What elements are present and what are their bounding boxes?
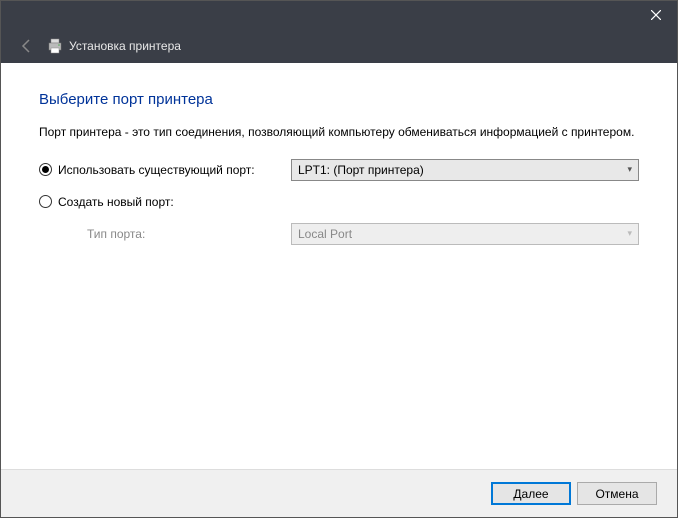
use-existing-port-row: Использовать существующий порт: LPT1: (П… — [39, 159, 639, 181]
use-existing-port-radio[interactable] — [39, 163, 52, 176]
create-new-port-radio[interactable] — [39, 195, 52, 208]
titlebar-content: Установка принтера — [1, 29, 677, 63]
chevron-down-icon: ▾ — [627, 228, 632, 239]
use-existing-port-radio-group[interactable]: Использовать существующий порт: — [39, 163, 291, 177]
cancel-button[interactable]: Отмена — [577, 482, 657, 505]
content-area: Выберите порт принтера Порт принтера - э… — [1, 63, 677, 469]
existing-port-dropdown[interactable]: LPT1: (Порт принтера) ▾ — [291, 159, 639, 181]
printer-icon — [47, 38, 63, 54]
back-button[interactable] — [15, 34, 39, 58]
wizard-window: Установка принтера Выберите порт принтер… — [0, 0, 678, 518]
close-icon — [651, 10, 661, 20]
next-button[interactable]: Далее — [491, 482, 571, 505]
port-type-row: Тип порта: Local Port ▾ — [39, 223, 639, 245]
close-button[interactable] — [635, 1, 677, 29]
page-heading: Выберите порт принтера — [39, 91, 639, 108]
create-new-port-row: Создать новый порт: — [39, 195, 639, 209]
page-description: Порт принтера - это тип соединения, позв… — [39, 124, 639, 141]
create-new-port-label: Создать новый порт: — [58, 195, 174, 209]
titlebar: Установка принтера — [1, 1, 677, 63]
create-new-port-radio-group[interactable]: Создать новый порт: — [39, 195, 291, 209]
chevron-down-icon: ▾ — [627, 164, 632, 175]
window-title: Установка принтера — [69, 39, 181, 53]
use-existing-port-label: Использовать существующий порт: — [58, 163, 255, 177]
port-type-label: Тип порта: — [39, 227, 291, 241]
port-type-dropdown: Local Port ▾ — [291, 223, 639, 245]
port-type-value: Local Port — [298, 227, 352, 241]
footer: Далее Отмена — [1, 469, 677, 517]
existing-port-value: LPT1: (Порт принтера) — [298, 163, 424, 177]
back-arrow-icon — [19, 38, 35, 54]
titlebar-controls — [1, 1, 677, 29]
